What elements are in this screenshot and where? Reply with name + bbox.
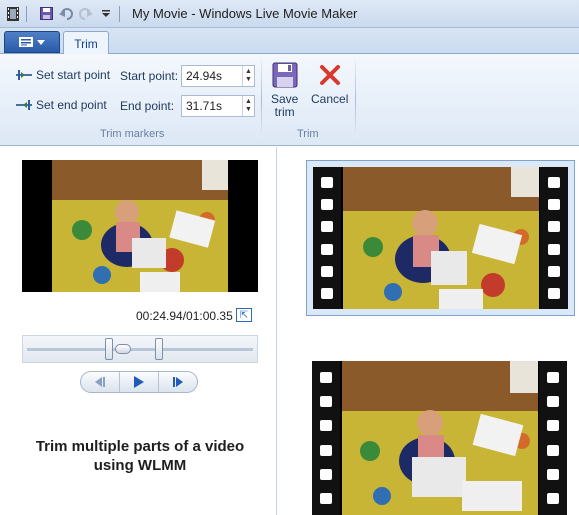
set-start-point-button[interactable]: Set start point xyxy=(16,68,110,82)
redo-icon[interactable] xyxy=(79,7,93,21)
start-point-label: Start point: xyxy=(120,69,179,83)
video-frame-image xyxy=(22,160,258,292)
set-end-point-label: Set end point xyxy=(36,98,107,112)
film-sprockets-right xyxy=(540,167,568,309)
trim-start-handle[interactable] xyxy=(105,338,113,360)
fullscreen-icon[interactable]: ⇱ xyxy=(236,308,252,322)
trim-end-handle[interactable] xyxy=(155,338,163,360)
cancel-label: Cancel xyxy=(311,92,349,106)
preview-pane: 00:24.94/01:00.35 ⇱ Trim multiple parts … xyxy=(0,147,277,515)
save-trim-label-2: trim xyxy=(274,105,295,119)
title-bar: My Movie - Windows Live Movie Maker xyxy=(0,0,579,28)
cancel-button[interactable]: Cancel xyxy=(311,62,348,106)
film-icon xyxy=(6,6,20,21)
ribbon-tab-row: Trim xyxy=(0,28,579,55)
film-sprockets-right-2 xyxy=(539,361,567,515)
play-button[interactable] xyxy=(119,372,158,392)
set-end-icon xyxy=(16,100,32,110)
start-point-value: 24.94s xyxy=(186,69,223,83)
end-point-spinner[interactable]: ▲ ▼ xyxy=(242,96,254,116)
clip-frame-image-2 xyxy=(342,361,538,515)
dropdown-icon[interactable] xyxy=(99,7,113,21)
group-label-trim-markers: Trim markers xyxy=(100,128,165,140)
set-start-icon xyxy=(16,70,32,80)
end-point-input[interactable]: 31.71s ▲ ▼ xyxy=(181,95,255,117)
tab-trim[interactable]: Trim xyxy=(63,31,109,55)
clip-frame-image-1 xyxy=(343,167,539,309)
playback-controls xyxy=(80,371,198,393)
menu-icon xyxy=(19,37,33,47)
ribbon: Set start point Set end point Start poin… xyxy=(0,54,579,146)
play-icon xyxy=(134,376,144,388)
undo-icon[interactable] xyxy=(59,7,73,21)
clip-thumbnail-2[interactable] xyxy=(312,361,567,515)
cancel-icon xyxy=(319,65,340,85)
chevron-down-icon xyxy=(37,39,45,45)
time-readout: 00:24.94/01:00.35 xyxy=(136,309,233,323)
caption-text: Trim multiple parts of a video using WLM… xyxy=(22,437,258,475)
start-point-input[interactable]: 24.94s ▲ ▼ xyxy=(181,65,255,87)
save-trim-button[interactable]: Save trim xyxy=(271,62,298,119)
group-separator-2 xyxy=(355,60,356,140)
clip-thumbnail-1 xyxy=(313,167,568,309)
group-label-trim: Trim xyxy=(297,128,319,140)
film-sprockets-left xyxy=(313,167,341,309)
previous-frame-icon xyxy=(95,377,105,387)
application-menu-button[interactable] xyxy=(4,31,60,53)
next-frame-button[interactable] xyxy=(158,372,197,392)
save-trim-icon xyxy=(272,62,298,88)
set-start-point-label: Set start point xyxy=(36,68,111,82)
end-point-label: End point: xyxy=(120,99,175,113)
end-point-value: 31.71s xyxy=(186,99,223,113)
set-end-point-button[interactable]: Set end point xyxy=(16,98,107,112)
playhead-thumb[interactable] xyxy=(115,344,131,354)
caption-line-1: Trim multiple parts of a video xyxy=(35,438,245,455)
previous-frame-button[interactable] xyxy=(81,372,119,392)
group-separator xyxy=(261,60,262,140)
caption-line-2: using WLMM xyxy=(93,457,187,474)
storyboard-pane xyxy=(278,147,579,515)
window-title: My Movie - Windows Live Movie Maker xyxy=(132,6,358,21)
video-preview[interactable] xyxy=(22,160,258,292)
next-frame-icon xyxy=(173,377,183,387)
storyboard-clip-selected[interactable] xyxy=(306,160,575,316)
start-point-spinner[interactable]: ▲ ▼ xyxy=(242,66,254,86)
trim-seek-bar[interactable] xyxy=(22,335,258,363)
film-sprockets-left-2 xyxy=(312,361,340,515)
save-icon[interactable] xyxy=(39,7,53,21)
seek-track xyxy=(27,348,253,351)
